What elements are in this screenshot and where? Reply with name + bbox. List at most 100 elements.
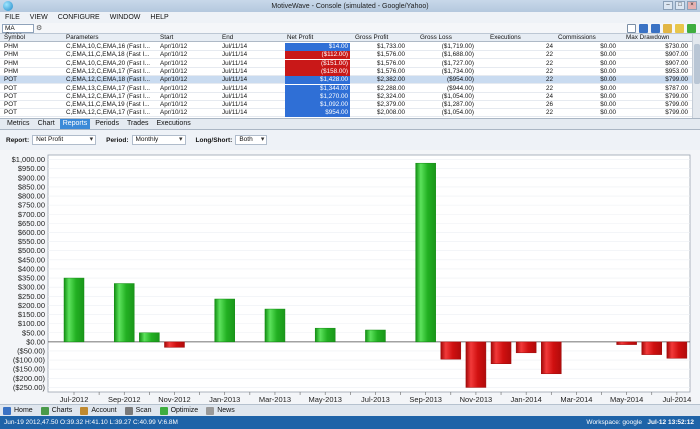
- cell-gross-profit: $2,288.00: [376, 84, 405, 92]
- nav-news[interactable]: News: [206, 406, 235, 415]
- longshort-select[interactable]: Both: [235, 135, 268, 145]
- cell-gross-loss: ($1,054.00): [441, 92, 474, 100]
- cell-gross-loss: ($944.00): [447, 84, 474, 92]
- y-tick-label: $1,000.00: [12, 155, 45, 164]
- column-header[interactable]: Parameters: [66, 34, 99, 42]
- column-header[interactable]: Symbol: [4, 34, 25, 42]
- menu-window[interactable]: WINDOW: [110, 14, 141, 21]
- cell-params: C,EMA,10,C,EMA,20 (Fast I...: [66, 59, 150, 67]
- nav-optimize-label: Optimize: [170, 407, 199, 414]
- nav-home[interactable]: Home: [3, 406, 33, 415]
- column-header[interactable]: Commissions: [558, 34, 596, 42]
- table-row[interactable]: PHM C,EMA,11,C,EMA,18 (Fast I... Apr/10/12…: [0, 51, 692, 60]
- cell-exec: 22: [545, 67, 553, 75]
- column-header[interactable]: Gross Profit: [355, 34, 388, 42]
- cell-comm: $0.00: [600, 101, 616, 109]
- cell-exec: 22: [545, 109, 553, 117]
- nav-scan[interactable]: Scan: [124, 406, 152, 415]
- y-tick-label: $900.00: [18, 173, 45, 182]
- menu-file[interactable]: FILE: [5, 14, 20, 21]
- bar: [515, 341, 537, 354]
- edit-icon[interactable]: [675, 24, 684, 33]
- column-header[interactable]: Max Drawdown: [626, 34, 669, 42]
- open-folder-icon[interactable]: [663, 24, 672, 33]
- cell-end: Jul/11/14: [222, 43, 248, 50]
- bar: [641, 341, 663, 355]
- column-header[interactable]: End: [222, 34, 233, 42]
- tab-executions[interactable]: Executions: [153, 119, 193, 129]
- table-scrollbar[interactable]: [692, 34, 700, 118]
- maximize-button[interactable]: □: [675, 1, 685, 10]
- tab-periods[interactable]: Periods: [92, 119, 122, 129]
- strategy-select[interactable]: MA Cross: [2, 23, 34, 39]
- y-tick-label: $250.00: [18, 292, 45, 301]
- tab-bar: Metrics Chart Reports Periods Trades Exe…: [0, 118, 700, 130]
- y-tick-label: $600.00: [18, 228, 45, 237]
- menu-help[interactable]: HELP: [150, 14, 168, 21]
- close-button[interactable]: ×: [687, 1, 697, 10]
- table-row[interactable]: POT C,EMA,12,C,EMA,18 (Fast I... Apr/10/12…: [0, 76, 692, 85]
- settings-icon[interactable]: ⚙: [36, 24, 45, 33]
- column-header[interactable]: Executions: [490, 34, 521, 42]
- table-row[interactable]: PHM C,EMA,10,C,EMA,20 (Fast I... Apr/10/12…: [0, 59, 692, 68]
- table-row[interactable]: POT C,EMA,13,C,EMA,17 (Fast I... Apr/10/12…: [0, 84, 692, 93]
- column-header[interactable]: Start: [160, 34, 173, 42]
- cell-dd: $799.00: [665, 109, 688, 117]
- x-tick-label: Jul-2014: [662, 395, 691, 404]
- minimize-button[interactable]: –: [663, 1, 673, 10]
- nav-charts[interactable]: Charts: [40, 406, 72, 415]
- scrollbar-thumb[interactable]: [694, 44, 700, 84]
- cell-symbol: PHM: [4, 67, 18, 75]
- cell-exec: 22: [545, 76, 553, 84]
- x-tick-label: May-2013: [309, 395, 342, 404]
- table-row[interactable]: PHM C,EMA,12,C,EMA,17 (Fast I... Apr/10/12…: [0, 67, 692, 76]
- toolbar: MA Cross ⚙: [0, 23, 700, 39]
- cell-gross-loss: ($1,727.00): [441, 59, 474, 67]
- cell-exec: 24: [545, 92, 553, 100]
- window-title: MotiveWave - Console (simulated - Google…: [271, 2, 429, 10]
- y-tick-label: ($150.00): [13, 365, 46, 374]
- table-header: Symbol Parameters Start End Net Profit G…: [0, 34, 700, 42]
- table-row[interactable]: POT C,EMA,12,C,EMA,17 (Fast I... Apr/10/12…: [0, 109, 692, 118]
- bar: [440, 341, 462, 360]
- tab-metrics[interactable]: Metrics: [4, 119, 33, 129]
- cell-start: Apr/10/12: [160, 92, 188, 100]
- save-icon[interactable]: [639, 24, 648, 33]
- tab-chart[interactable]: Chart: [35, 119, 58, 129]
- optimize-icon[interactable]: [687, 24, 696, 33]
- save-as-icon[interactable]: [651, 24, 660, 33]
- tab-trades[interactable]: Trades: [124, 119, 152, 129]
- cell-gross-loss: ($1,734.00): [441, 67, 474, 75]
- cell-gross-loss: ($1,688.00): [441, 51, 474, 59]
- cell-start: Apr/10/12: [160, 67, 188, 75]
- period-select[interactable]: Monthly: [131, 135, 186, 145]
- column-header[interactable]: Gross Loss: [420, 34, 452, 42]
- nav-optimize[interactable]: Optimize: [159, 406, 199, 415]
- y-tick-label: ($200.00): [13, 374, 46, 383]
- optimize-icon: [159, 406, 168, 415]
- bar: [214, 298, 235, 343]
- cell-comm: $0.00: [600, 84, 616, 92]
- menu-view[interactable]: VIEW: [30, 14, 48, 21]
- table-row[interactable]: PHM C,EMA,10,C,EMA,16 (Fast I... Apr/10/12…: [0, 43, 692, 51]
- y-tick-label: $150.00: [18, 310, 45, 319]
- y-tick-label: $650.00: [18, 219, 45, 228]
- menu-configure[interactable]: CONFIGURE: [58, 14, 100, 21]
- column-header[interactable]: Net Profit: [287, 34, 313, 42]
- table-row[interactable]: POT C,EMA,12,C,EMA,17 (Fast I... Apr/10/12…: [0, 92, 692, 101]
- y-tick-label: ($100.00): [13, 356, 46, 365]
- report-select[interactable]: Net Profit: [32, 135, 97, 145]
- x-tick-label: May-2014: [610, 395, 643, 404]
- cell-net-profit: ($151.00): [285, 59, 350, 68]
- x-tick-label: Mar-2013: [259, 395, 291, 404]
- table-row[interactable]: POT C,EMA,11,C,EMA,19 (Fast I... Apr/10/12…: [0, 101, 692, 110]
- x-tick-label: Jul-2013: [361, 395, 390, 404]
- status-right: Workspace: google Jul-12 13:52:12: [586, 416, 694, 429]
- period-label: Period:: [106, 136, 129, 144]
- nav-account[interactable]: Account: [80, 406, 117, 415]
- cell-symbol: PHM: [4, 43, 18, 50]
- x-tick-label: Jan-2014: [511, 395, 542, 404]
- new-document-icon[interactable]: [627, 24, 636, 33]
- cell-gross-profit: $1,576.00: [376, 67, 405, 75]
- tab-reports[interactable]: Reports: [59, 119, 91, 129]
